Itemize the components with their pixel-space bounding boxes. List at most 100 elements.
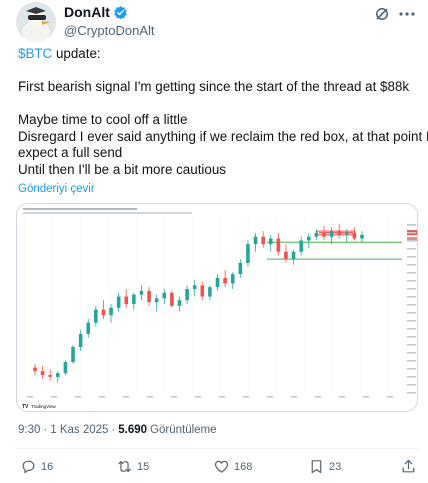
verified-badge-icon [114, 5, 127, 19]
price-axis-tick [407, 328, 416, 330]
candle-body [124, 296, 129, 304]
candle-body [299, 240, 303, 252]
tweet-line-6: Until then I'll be a bit more cautious [18, 161, 226, 177]
time-axis-tick [195, 396, 201, 398]
candle-body [132, 294, 136, 304]
price-axis-tick [407, 336, 416, 338]
time-axis-tick [219, 396, 225, 398]
reply-count: 16 [41, 460, 54, 473]
candle-body [208, 287, 212, 297]
reply-button[interactable]: 16 [20, 458, 53, 475]
price-axis-tick [407, 280, 416, 282]
candle-body [352, 232, 357, 239]
price-chart: TV TradingView [17, 204, 417, 411]
grok-icon[interactable] [374, 6, 390, 22]
time-axis-tick [315, 396, 321, 398]
candle-body [238, 262, 243, 275]
time-axis-tick [99, 396, 105, 398]
candle-body [223, 277, 227, 284]
time-axis-tick [387, 396, 393, 398]
price-axis-tick [407, 392, 416, 394]
tweet-time[interactable]: 9:30 [18, 424, 40, 436]
candle-body [139, 290, 144, 295]
time-axis-tick [51, 396, 57, 398]
candle-body [230, 274, 235, 284]
candle-body [116, 296, 121, 308]
share-button[interactable] [400, 458, 417, 475]
bookmark-count: 23 [329, 460, 342, 473]
candle-body [147, 290, 151, 303]
candle-body [94, 309, 98, 323]
candle-body [48, 375, 53, 377]
price-axis-tick [407, 256, 416, 258]
tweet-line-2: First bearish signal I'm getting since t… [18, 79, 410, 94]
view-count: 5.690 [118, 424, 148, 436]
bookmark-icon [311, 460, 322, 474]
price-axis-tick [407, 240, 416, 242]
chart-image[interactable]: TV TradingView [16, 203, 418, 412]
candle-body [291, 251, 296, 260]
share-icon [402, 459, 415, 473]
candle-body [314, 232, 319, 237]
time-axis-tick [339, 396, 345, 398]
candle-body [185, 289, 189, 301]
candle-body [192, 285, 197, 290]
translate-link[interactable]: Gönderiyi çevir [18, 183, 95, 195]
candle-body [322, 232, 326, 237]
tweet-line-4: Disregard I ever said anything if we rec… [18, 128, 428, 144]
candle-body [306, 236, 311, 241]
tweet-text: $BTC update: First bearish signal I'm ge… [18, 46, 428, 178]
price-axis-tick [407, 264, 416, 266]
time-axis-tick [123, 396, 129, 398]
like-button[interactable]: 168 [213, 458, 252, 475]
more-options-icon[interactable] [398, 6, 416, 22]
candle-body [276, 238, 281, 252]
repost-count: 15 [137, 460, 150, 473]
bookmark-button[interactable]: 23 [308, 458, 341, 475]
candle-body [284, 251, 288, 260]
candle-body [56, 373, 60, 377]
divider [16, 448, 418, 449]
candle-body [177, 300, 182, 306]
candle-body [360, 234, 364, 239]
views-label: Görüntüleme [150, 424, 217, 436]
price-axis-tick [407, 304, 416, 306]
tweet-date[interactable]: 1 Kas 2025 [50, 424, 108, 436]
time-axis-tick [267, 396, 273, 398]
time-axis-tick [243, 396, 249, 398]
candle-body [344, 232, 349, 235]
reply-icon [22, 460, 35, 474]
candle-body [162, 292, 167, 299]
price-axis-tick [407, 368, 416, 370]
price-axis-tick [407, 288, 416, 290]
avatar[interactable] [16, 2, 56, 42]
candle-body [215, 277, 220, 288]
candle-body [200, 285, 205, 297]
candle-body [329, 231, 334, 237]
cashtag-link[interactable]: $BTC [18, 46, 52, 61]
candle-body [246, 244, 250, 263]
tweet-line-5: expect a full send [18, 145, 123, 160]
price-axis-tick [407, 376, 416, 378]
author-handle[interactable]: @CryptoDonAlt [64, 23, 155, 38]
author-name[interactable]: DonAlt [64, 4, 110, 20]
time-axis-tick [27, 396, 33, 398]
tradingview-watermark: TradingView [31, 404, 57, 409]
price-axis-tick [407, 224, 416, 226]
tweet-line-3: Maybe time to cool off a little [18, 112, 188, 127]
price-axis-tick [407, 248, 416, 250]
price-axis-tick [407, 312, 416, 314]
candle-body [154, 298, 159, 303]
candle-body [101, 309, 106, 316]
svg-text:TV: TV [22, 404, 29, 410]
price-axis-tick [407, 352, 416, 354]
tweet-header: DonAlt @CryptoDonAlt [16, 2, 416, 42]
action-bar: 16 15 168 23 [18, 458, 418, 478]
price-axis-tick [407, 360, 416, 362]
repost-icon [118, 460, 131, 473]
repost-button[interactable]: 15 [116, 458, 149, 475]
candle-body [33, 367, 37, 372]
time-axis-tick [147, 396, 153, 398]
time-axis-tick [171, 396, 177, 398]
price-axis-tick [407, 384, 416, 386]
